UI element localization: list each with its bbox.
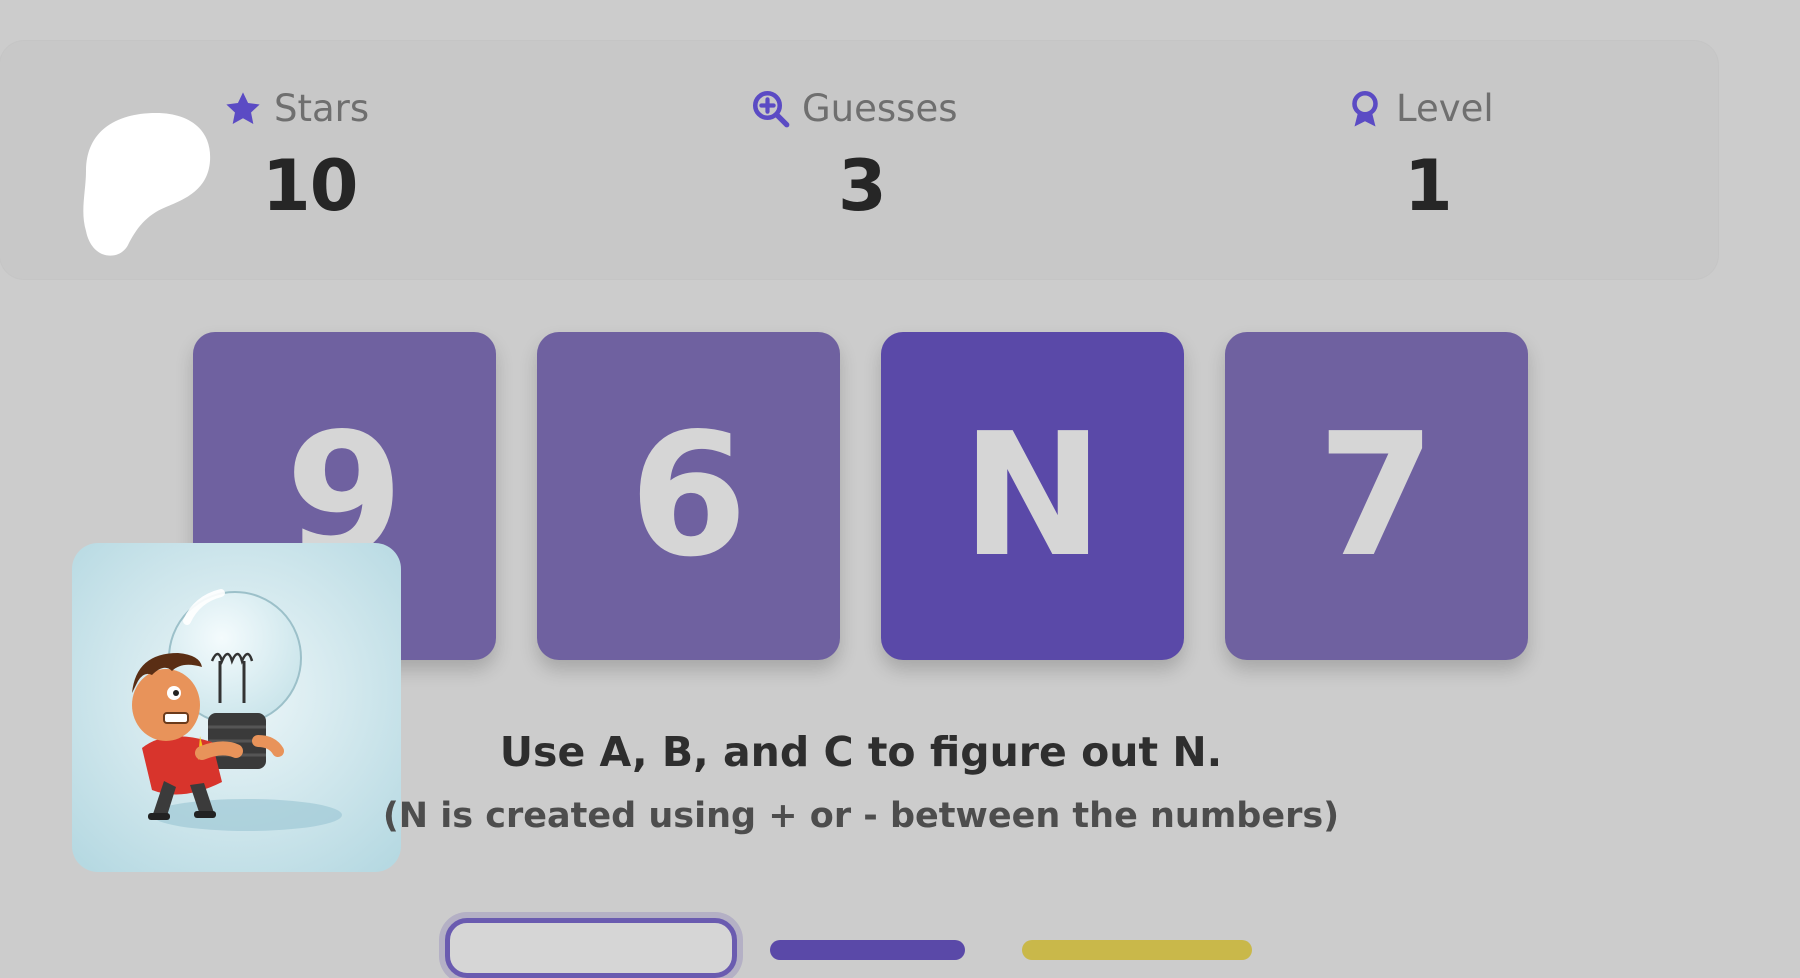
stats-panel: Stars 10 Guesses 3 Level 1 (0, 41, 1718, 279)
guesses-value: 3 (838, 145, 887, 227)
tile-n[interactable]: N (881, 332, 1184, 660)
zoom-plus-icon (752, 90, 790, 127)
instruction-text: Use A, B, and C to figure out N. (499, 728, 1223, 776)
tile-b[interactable]: 6 (537, 332, 840, 660)
instruction-subtext: (N is created using + or - between the n… (382, 796, 1340, 836)
star-icon (226, 91, 260, 124)
avatar-blob-icon (83, 113, 211, 256)
yellow-action-button[interactable] (1022, 940, 1252, 960)
stars-label: Stars (274, 87, 370, 130)
stars-value: 10 (262, 145, 358, 227)
guesses-label: Guesses (802, 87, 958, 130)
tile-c[interactable]: 7 (1225, 332, 1528, 660)
level-label: Level (1396, 87, 1494, 130)
level-value: 1 (1404, 145, 1453, 227)
purple-action-button[interactable] (770, 940, 965, 960)
award-ribbon-icon (1352, 90, 1378, 126)
answer-input-button[interactable] (445, 918, 737, 978)
